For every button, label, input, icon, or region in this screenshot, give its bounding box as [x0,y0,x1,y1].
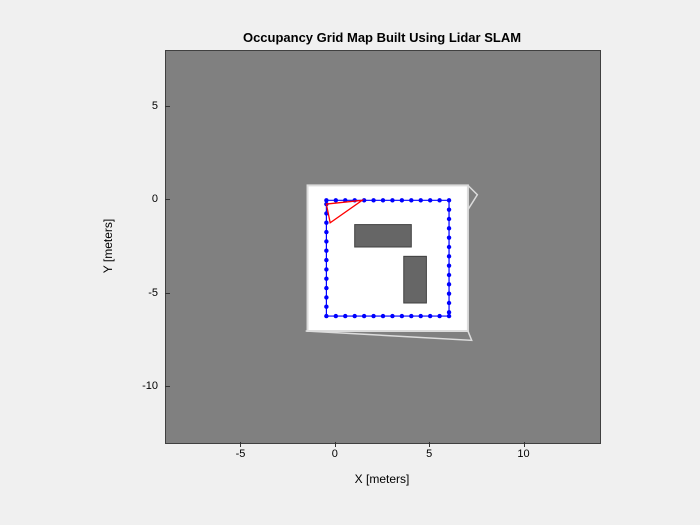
trajectory-marker [409,198,413,202]
scan-artifact [468,185,477,209]
trajectory-marker [428,198,432,202]
x-tick [524,442,525,447]
trajectory-marker [343,314,347,318]
trajectory-marker [409,314,413,318]
trajectory-marker [447,226,451,230]
trajectory-marker [447,263,451,267]
trajectory-marker [447,291,451,295]
y-tick-label: 5 [152,100,158,112]
free-region [308,185,468,331]
trajectory-marker [447,245,451,249]
trajectory-marker [324,277,328,281]
trajectory-marker [447,235,451,239]
obstacle [355,225,412,247]
trajectory-marker [447,273,451,277]
y-tick-label: -5 [148,287,158,299]
x-tick-label: -5 [236,448,246,460]
trajectory-marker [447,282,451,286]
obstacle [404,256,427,303]
x-tick [240,442,241,447]
trajectory-marker [334,198,338,202]
trajectory-marker [324,258,328,262]
x-tick-label: 10 [517,448,529,460]
trajectory-marker [447,207,451,211]
trajectory-marker [419,314,423,318]
trajectory-marker [362,314,366,318]
trajectory-marker [437,314,441,318]
x-tick [429,442,430,447]
trajectory-marker [447,314,451,318]
plot-title: Occupancy Grid Map Built Using Lidar SLA… [165,30,599,45]
trajectory-marker [371,198,375,202]
trajectory-marker [324,305,328,309]
trajectory-marker [334,314,338,318]
trajectory-marker [324,286,328,290]
trajectory-marker [447,301,451,305]
trajectory-marker [324,230,328,234]
y-tick-label: -10 [142,380,158,392]
trajectory-marker [324,295,328,299]
plot-axes [165,50,601,444]
trajectory-marker [352,314,356,318]
trajectory-marker [324,221,328,225]
y-tick [165,293,170,294]
trajectory-marker [324,249,328,253]
x-tick [335,442,336,447]
trajectory-marker [324,314,328,318]
figure-window: Occupancy Grid Map Built Using Lidar SLA… [0,0,700,525]
trajectory-marker [400,314,404,318]
trajectory-marker [371,314,375,318]
trajectory-marker [381,314,385,318]
trajectory-marker [447,254,451,258]
x-axis-label: X [meters] [165,472,599,486]
trajectory-marker [437,198,441,202]
trajectory-marker [381,198,385,202]
y-axis-label: Y [meters] [98,50,118,442]
trajectory-marker [324,239,328,243]
trajectory-marker [447,217,451,221]
trajectory-marker [390,198,394,202]
y-tick [165,386,170,387]
trajectory-marker [400,198,404,202]
trajectory-marker [419,198,423,202]
x-tick-label: 5 [426,448,432,460]
y-tick-label: 0 [152,193,158,205]
y-tick [165,106,170,107]
trajectory-marker [447,198,451,202]
y-tick [165,199,170,200]
trajectory-marker [324,267,328,271]
scan-artifact [306,331,472,340]
trajectory-marker [428,314,432,318]
trajectory-marker [390,314,394,318]
x-tick-label: 0 [332,448,338,460]
occupancy-grid-plot [166,51,600,443]
plot-area [166,51,600,443]
